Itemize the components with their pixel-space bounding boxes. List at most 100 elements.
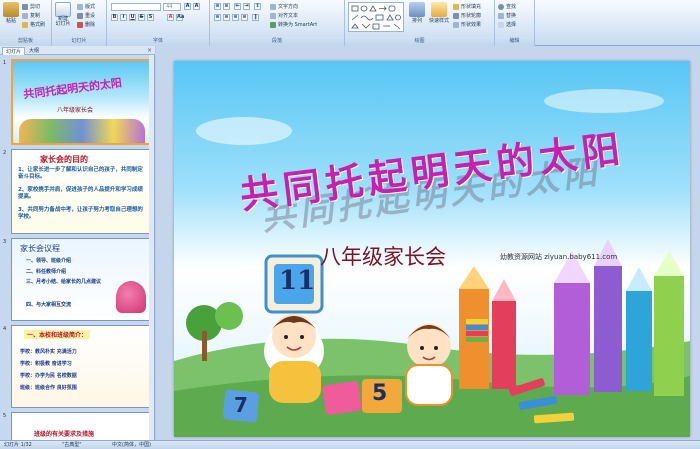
paste-icon [3,2,19,17]
tab-slides[interactable]: 幻灯片 [2,47,26,55]
watermark-text: 幼教资源网站 ziyuan.baby611.com [500,253,618,261]
font-name-combo[interactable] [111,3,161,11]
clipboard-group-label: 剪贴板 [0,37,51,46]
strikethrough-icon[interactable]: S [138,14,145,21]
delete-icon [77,21,83,28]
thumb-line: 学校：办学为民 名校数据 [20,373,77,379]
copy-button[interactable]: 复制 [22,12,40,19]
shape-outline-button[interactable]: 形状轮廓 [453,12,481,19]
align-center-icon[interactable]: ≡ [223,14,230,21]
smartart-icon [270,21,276,28]
slide-counter: 幻灯片 1/32 [4,442,32,448]
drawing-group-label: 绘图 [345,37,494,46]
new-slide-icon [55,2,71,17]
thumb-line: 1、让家长进一步了解和认识自己的孩子，共同制定奋斗目标。 [18,167,143,180]
pane-tabs: 幻灯片 大纲 × [0,46,155,55]
bold-icon[interactable]: B [111,14,118,21]
slide-number: 1 [3,60,7,66]
replace-button[interactable]: 替换 [498,12,516,19]
slide-number: 3 [3,239,7,245]
thumb-subtitle: 八年级家长会 [57,107,94,114]
scissors-icon [22,3,28,10]
text-direction-icon [270,3,276,10]
quick-styles-button[interactable]: 快速样式 [429,2,449,24]
slide-thumbnail-2[interactable]: 家长会的目的 1、让家长进一步了解和认识自己的孩子，共同制定奋斗目标。 2、家校… [11,149,151,234]
justify-icon[interactable]: ≡ [241,14,248,21]
current-slide[interactable]: 共同托起明天的太阳 共同托起明天的太阳 八年级家长会 幼教资源网站 ziyuan… [174,61,690,437]
quick-styles-icon [431,2,447,17]
shape-fill-button[interactable]: 形状填充 [453,3,481,10]
language-indicator[interactable]: 中文(简体，中国) [112,441,151,449]
clear-format-icon[interactable]: Aa [176,14,184,21]
slide-number: 2 [3,150,7,156]
close-icon[interactable]: × [147,47,152,54]
slides-group: 新建 幻灯片 版式 重设 删除 幻灯片 [52,0,107,46]
thumb-heading: 班级的有关要求及措施 [34,431,95,438]
copy-icon [22,12,28,19]
font-size-combo[interactable]: 44 [163,3,181,11]
select-button[interactable]: 选择 [498,21,516,28]
tab-outline[interactable]: 大纲 [26,47,42,55]
align-text-icon [270,12,276,19]
shapes-gallery[interactable] [348,2,404,32]
pane-scrollbar[interactable] [149,55,154,440]
thumb-line: 三、月考小结、给家长的几点建议 [26,279,102,285]
layout-icon [77,3,83,10]
underline-icon[interactable]: U [129,14,136,21]
slides-pane: 幻灯片 大纲 × 1 共同托起明天的太阳 八年级家长会 2 家长会的目的 1、让… [0,46,155,440]
align-text-button[interactable]: 对齐文本 [270,12,298,19]
ribbon: 粘贴 剪切 复制 格式刷 剪贴板 新建 幻灯片 版式 重设 删除 幻灯片 44 … [0,0,700,46]
block-number: 5 [372,381,388,406]
align-right-icon[interactable]: ≡ [232,14,239,21]
arrange-icon [409,2,425,17]
thumb-line: 一、领导、班级介绍 [26,258,72,264]
editing-group: 查找 替换 选择 编辑 [495,0,535,46]
slide-thumbnail-4[interactable]: 一、本校和班级简介： 学校：教风朴实 充满活力 学校：积极教 奋进学习 学校：办… [11,325,151,408]
slide-thumbnail-1[interactable]: 共同托起明天的太阳 八年级家长会 [11,59,151,145]
thumb-heading: 家长会的目的 [40,155,88,164]
brush-icon [22,21,28,28]
font-group: 44 A A B I U S S A Aa 字体 [107,0,210,46]
bullets-icon[interactable]: ≡ [214,3,221,10]
decrease-indent-icon[interactable]: ⇤ [234,3,241,10]
grow-font-icon[interactable]: A [184,3,191,10]
paragraph-group-label: 段落 [210,37,344,46]
layout-button[interactable]: 版式 [77,3,95,10]
slide-thumbnail-5[interactable]: 班级的有关要求及措施 [11,412,151,440]
font-color-icon[interactable]: A [167,14,174,21]
italic-icon[interactable]: I [120,14,127,21]
increase-indent-icon[interactable]: ⇥ [243,3,250,10]
sign-number: 11 [279,266,316,296]
text-direction-button[interactable]: 文字方向 [270,3,298,10]
delete-slide-button[interactable]: 删除 [77,21,95,28]
paste-button[interactable]: 粘贴 [3,2,19,24]
slides-group-label: 幻灯片 [52,37,106,46]
shadow-icon[interactable]: S [147,14,154,21]
clipboard-group: 粘贴 剪切 复制 格式刷 剪贴板 [0,0,52,46]
font-group-label: 字体 [107,37,209,46]
line-spacing-icon[interactable]: ↕ [254,3,261,10]
thumb-line: 班级：班级合作 良好氛围 [20,385,77,391]
smartart-button[interactable]: 转换为 SmartArt [270,21,317,28]
new-slide-button[interactable]: 新建 幻灯片 [55,2,71,27]
thumb-line: 学校：教风朴实 充满活力 [20,349,77,355]
cut-button[interactable]: 剪切 [22,3,40,10]
slide-number: 5 [3,413,7,419]
shape-effects-button[interactable]: 形状效果 [453,21,481,28]
numbering-icon[interactable]: ≡ [223,3,230,10]
thumb-heading: 一、本校和班级简介： [24,330,91,339]
find-button[interactable]: 查找 [498,3,516,10]
arrange-button[interactable]: 排列 [409,2,425,24]
slide-subtitle[interactable]: 八年级家长会 [320,241,446,271]
format-painter-button[interactable]: 格式刷 [22,21,45,28]
slide-thumbnail-3[interactable]: 家长会议程 一、领导、班级介绍 二、科任教师介绍 三、月考小结、给家长的几点建议… [11,238,151,321]
slide-number: 4 [3,326,7,332]
thumb-line: 学校：积极教 奋进学习 [20,361,72,367]
reset-button[interactable]: 重设 [77,12,95,19]
shrink-font-icon[interactable]: A [193,3,200,10]
find-icon [498,3,504,10]
thumb-line: 四、与大家相互交流 [26,302,72,308]
effects-icon [453,21,459,28]
align-left-icon[interactable]: ≡ [214,14,221,21]
columns-icon[interactable]: ‖ [252,14,259,21]
